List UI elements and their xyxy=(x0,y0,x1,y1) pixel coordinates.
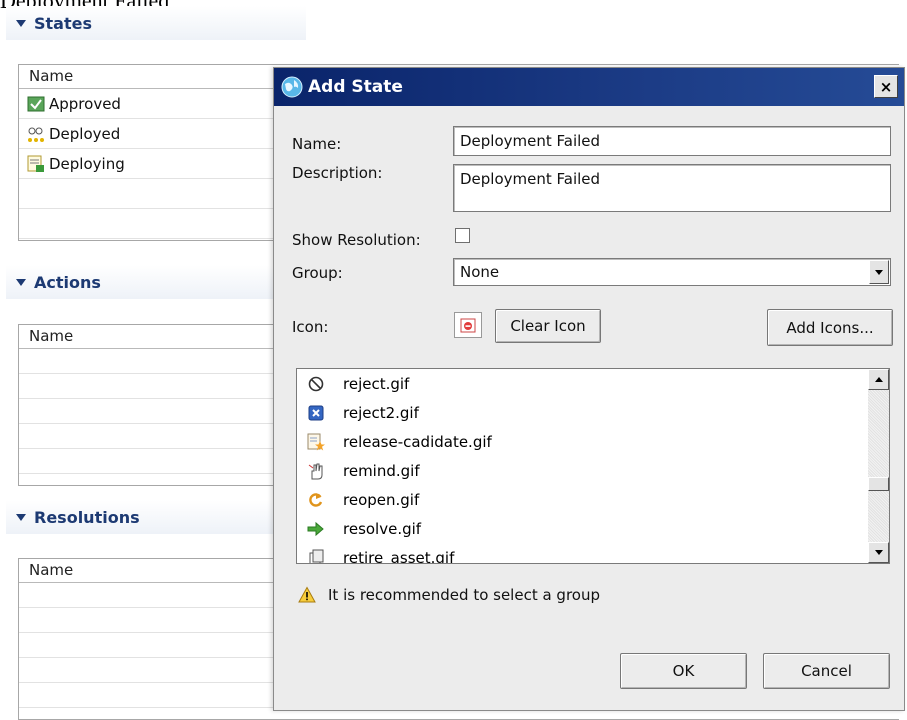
add-icons-button[interactable]: Add Icons... xyxy=(767,309,893,346)
list-item-label: release-cadidate.gif xyxy=(343,432,492,451)
scrollbar-thumb[interactable] xyxy=(868,477,889,491)
description-label: Description: xyxy=(292,164,383,182)
warning-message: It is recommended to select a group xyxy=(298,586,600,604)
icon-list-scrollbar[interactable] xyxy=(868,369,889,563)
list-item[interactable]: reject.gif xyxy=(297,369,889,398)
no-entry-icon xyxy=(308,376,324,391)
warning-text: It is recommended to select a group xyxy=(328,586,600,604)
table-row-label: Deploying xyxy=(49,154,125,173)
resolutions-section-header[interactable]: Resolutions xyxy=(6,500,306,534)
collapse-twisty-icon[interactable] xyxy=(16,278,26,286)
deployed-icon xyxy=(28,127,44,142)
list-item[interactable]: release-cadidate.gif xyxy=(297,427,889,456)
dropdown-button[interactable] xyxy=(869,260,889,284)
actions-section-title: Actions xyxy=(34,272,101,292)
states-section-header[interactable]: States xyxy=(6,6,306,40)
collapse-twisty-icon[interactable] xyxy=(16,19,26,27)
list-item[interactable]: retire_asset.gif xyxy=(297,543,889,564)
table-row-label: Deployed xyxy=(49,124,121,143)
list-item[interactable]: reject2.gif xyxy=(297,398,889,427)
ok-button[interactable]: OK xyxy=(620,653,747,689)
list-item-label: retire_asset.gif xyxy=(343,548,455,564)
selected-icon-preview xyxy=(454,312,482,338)
group-label: Group: xyxy=(292,264,343,282)
resolutions-section-title: Resolutions xyxy=(34,507,140,527)
actions-section-header[interactable]: Actions xyxy=(6,265,306,299)
dialog-title: Add State xyxy=(308,77,403,97)
retire-asset-icon xyxy=(309,549,324,563)
icon-list[interactable]: reject.gif reject2.gif release-cadidate.… xyxy=(296,368,890,564)
list-item[interactable]: remind.gif xyxy=(297,456,889,485)
group-select[interactable]: None xyxy=(453,258,891,286)
list-item[interactable]: resolve.gif xyxy=(297,514,889,543)
list-item-label: remind.gif xyxy=(343,461,420,480)
chevron-down-icon xyxy=(875,269,883,275)
deployment-failed-icon xyxy=(460,318,476,333)
list-item[interactable]: reopen.gif xyxy=(297,485,889,514)
blue-x-icon xyxy=(308,405,324,420)
list-item-label: resolve.gif xyxy=(343,519,422,538)
icon-label: Icon: xyxy=(292,318,329,336)
name-field[interactable]: Deployment Failed xyxy=(453,126,891,156)
show-resolution-checkbox[interactable] xyxy=(455,228,470,243)
close-icon: × xyxy=(879,77,893,96)
list-item-label: reject2.gif xyxy=(343,403,419,422)
green-arrow-icon xyxy=(307,521,324,536)
chevron-down-icon xyxy=(874,550,883,555)
dialog-titlebar[interactable]: Add State × xyxy=(274,68,904,106)
warning-icon xyxy=(298,586,316,603)
add-state-dialog[interactable]: Add State × Name: Deployment Failed Desc… xyxy=(273,67,905,711)
table-row-label: Approved xyxy=(49,94,121,113)
reopen-arrow-icon xyxy=(309,492,323,507)
collapse-twisty-icon[interactable] xyxy=(16,513,26,521)
approved-icon xyxy=(27,96,45,111)
clear-icon-button[interactable]: Clear Icon xyxy=(495,309,601,343)
states-section-title: States xyxy=(34,13,92,33)
release-star-icon xyxy=(307,433,325,450)
list-item-label: reopen.gif xyxy=(343,490,420,509)
close-button[interactable]: × xyxy=(874,75,898,98)
remind-hand-icon xyxy=(308,463,323,479)
description-field[interactable]: Deployment Failed xyxy=(453,164,891,212)
scroll-down-button[interactable] xyxy=(868,542,889,563)
name-label: Name: xyxy=(292,135,342,153)
list-item-label: reject.gif xyxy=(343,374,410,393)
cancel-button[interactable]: Cancel xyxy=(763,653,890,689)
scroll-up-button[interactable] xyxy=(868,369,889,390)
globe-icon xyxy=(281,76,303,98)
show-resolution-label: Show Resolution: xyxy=(292,231,421,249)
group-selected-value: None xyxy=(460,263,500,281)
deploying-icon xyxy=(27,155,44,172)
chevron-up-icon xyxy=(874,377,883,382)
